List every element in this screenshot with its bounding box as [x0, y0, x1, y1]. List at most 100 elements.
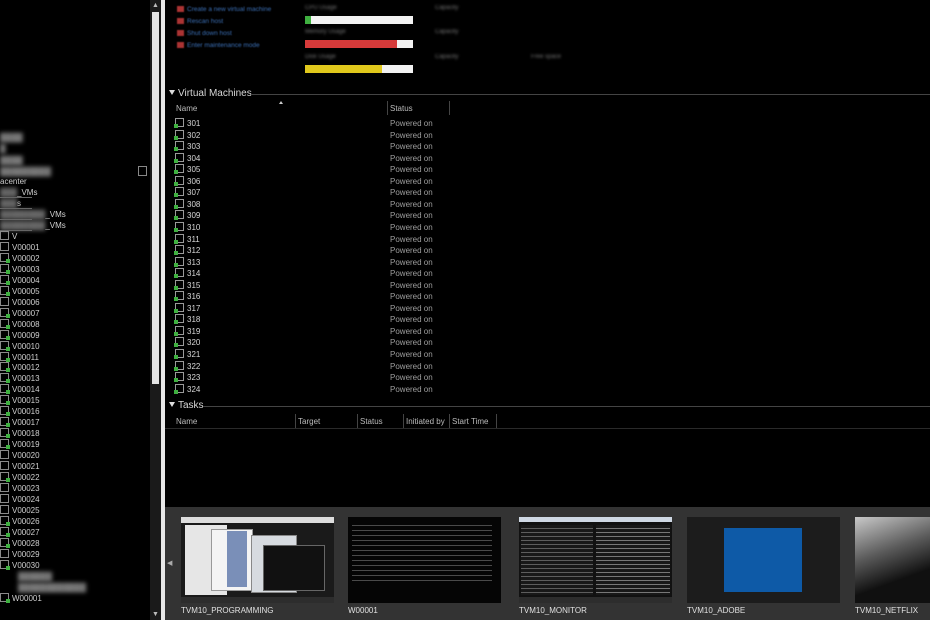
- scroll-down-icon[interactable]: ▼: [150, 609, 161, 620]
- column-header-name[interactable]: Name: [176, 103, 197, 114]
- vm-section-header[interactable]: Virtual Machines: [169, 88, 252, 100]
- host-action-link[interactable]: Shut down host: [177, 29, 232, 39]
- tree-vm-item[interactable]: V00008: [0, 318, 40, 330]
- task-col-target[interactable]: Target: [298, 416, 320, 427]
- vm-table-row[interactable]: 317 Powered on: [174, 302, 915, 315]
- column-header-status[interactable]: Status: [390, 103, 413, 114]
- vm-table-row[interactable]: 308 Powered on: [174, 198, 915, 211]
- column-separator[interactable]: [295, 414, 296, 428]
- task-col-status[interactable]: Status: [360, 416, 383, 427]
- tree-vm-item[interactable]: V00013: [0, 373, 40, 384]
- vm-table-row[interactable]: 301 Powered on: [174, 118, 915, 130]
- task-col-start-time[interactable]: Start Time: [452, 416, 488, 427]
- tree-vm-item[interactable]: V00017: [0, 417, 40, 428]
- scroll-up-icon[interactable]: ▲: [150, 0, 161, 11]
- tree-vm-item[interactable]: V00016: [0, 406, 40, 417]
- tree-blurred-item[interactable]: ████: [0, 132, 23, 143]
- vm-table-row[interactable]: 304 Powered on: [174, 152, 915, 165]
- tree-vm-item[interactable]: V00019: [0, 439, 40, 450]
- vm-table-row[interactable]: 307 Powered on: [174, 187, 915, 199]
- vm-table-row[interactable]: 322 Powered on: [174, 360, 915, 373]
- task-col-initiated[interactable]: Initiated by: [406, 416, 445, 427]
- host-action-link[interactable]: Create a new virtual machine: [177, 5, 271, 15]
- column-separator[interactable]: [449, 101, 450, 115]
- host-action-link[interactable]: Enter maintenance mode: [177, 41, 260, 51]
- vm-table-row[interactable]: 311 Powered on: [174, 233, 915, 246]
- collapse-triangle-icon[interactable]: [169, 402, 175, 407]
- vm-table-row[interactable]: 320 Powered on: [174, 337, 915, 349]
- vm-table-row[interactable]: 319 Powered on: [174, 325, 915, 338]
- thumbnail-monitor[interactable]: [519, 517, 672, 603]
- vm-icon: [0, 242, 9, 251]
- tree-vm-item[interactable]: V00020: [0, 450, 40, 461]
- collapse-triangle-icon[interactable]: [169, 90, 175, 95]
- tree-vm-item[interactable]: V00018: [0, 428, 40, 439]
- tree-vm-item[interactable]: V00023: [0, 482, 40, 494]
- vm-table-row[interactable]: 305 Powered on: [174, 164, 915, 176]
- tree-vm-item[interactable]: V00002: [0, 252, 40, 264]
- panel-toggle-icon[interactable]: [138, 166, 147, 176]
- tree-vm-item[interactable]: V00012: [0, 362, 40, 373]
- tree-vm-item[interactable]: V00010: [0, 340, 40, 352]
- vm-table-row[interactable]: 312 Powered on: [174, 245, 915, 257]
- column-separator[interactable]: [449, 414, 450, 428]
- tasks-section-header[interactable]: Tasks: [169, 400, 204, 412]
- tree-vm-item[interactable]: V00006: [0, 296, 40, 308]
- stat-label: Free space: [531, 54, 562, 60]
- tree-vm-item[interactable]: V00003: [0, 263, 40, 275]
- vm-table-row[interactable]: 302 Powered on: [174, 129, 915, 142]
- thumbnail-adobe[interactable]: [687, 517, 840, 603]
- tree-vm-item[interactable]: V00015: [0, 395, 40, 406]
- tree-blurred-item[interactable]: ██████: [18, 571, 52, 582]
- column-separator[interactable]: [496, 414, 497, 428]
- tree-vm-item[interactable]: V00022: [0, 471, 40, 483]
- tree-folder-v[interactable]: V: [0, 231, 17, 242]
- vm-table-row[interactable]: 313 Powered on: [174, 256, 915, 269]
- tree-vm-item[interactable]: V00028: [0, 537, 40, 549]
- vm-table-row[interactable]: 323 Powered on: [174, 372, 915, 384]
- tree-vm-item[interactable]: V00026: [0, 515, 40, 527]
- tree-datacenter[interactable]: acenter: [0, 176, 27, 187]
- column-separator[interactable]: [357, 414, 358, 428]
- thumbnail-w00001[interactable]: [348, 517, 501, 603]
- tree-vm-item[interactable]: V00004: [0, 274, 40, 286]
- vm-table-row[interactable]: 310 Powered on: [174, 221, 915, 234]
- tree-vm-item[interactable]: V00024: [0, 493, 40, 505]
- tree-vm-item[interactable]: V00001: [0, 242, 40, 253]
- tree-vm-item[interactable]: V00009: [0, 329, 40, 341]
- tree-vm-item[interactable]: V00021: [0, 461, 40, 472]
- host-action-link[interactable]: Rescan host: [177, 17, 223, 27]
- thumbnail-programming[interactable]: [181, 517, 334, 603]
- vm-table-row[interactable]: 315 Powered on: [174, 279, 915, 292]
- vm-table-row[interactable]: 321 Powered on: [174, 349, 915, 361]
- tree-vm-item[interactable]: V00029: [0, 548, 40, 560]
- tree-vm-item[interactable]: V00030: [0, 559, 40, 571]
- vm-name-cell: 307: [174, 187, 200, 199]
- vm-table-row[interactable]: 309 Powered on: [174, 210, 915, 222]
- tree-vm-w00001[interactable]: W00001: [0, 593, 42, 604]
- tree-vm-item[interactable]: V00011: [0, 351, 39, 363]
- vm-table-row[interactable]: 303 Powered on: [174, 141, 915, 153]
- scroll-left-icon[interactable]: ◀: [167, 559, 172, 567]
- vm-table-row[interactable]: 306 Powered on: [174, 175, 915, 188]
- tree-scrollbar[interactable]: ▲ ▼: [150, 0, 161, 620]
- tree-vm-item[interactable]: V00027: [0, 526, 40, 538]
- window-titlebar: [181, 517, 334, 523]
- vm-table-row[interactable]: 314 Powered on: [174, 268, 915, 280]
- scrollbar-thumb[interactable]: [152, 12, 159, 384]
- tree-vm-item[interactable]: V00014: [0, 384, 40, 395]
- tree-blurred-item[interactable]: █: [0, 143, 6, 154]
- tree-vm-item[interactable]: V00005: [0, 285, 40, 297]
- vm-table-row[interactable]: 324 Powered on: [174, 383, 915, 396]
- tree-vm-item[interactable]: V00025: [0, 504, 40, 516]
- tree-blurred-item[interactable]: ████████████: [18, 582, 86, 593]
- column-separator[interactable]: [387, 101, 388, 115]
- task-col-name[interactable]: Name: [176, 416, 197, 427]
- vm-table-row[interactable]: 316 Powered on: [174, 291, 915, 303]
- tree-blurred-item[interactable]: ████: [0, 155, 23, 166]
- inventory-tree[interactable]: ████ █ ████ █████████ acenter ███_VMs ███s …: [0, 0, 150, 620]
- tree-vm-item[interactable]: V00007: [0, 307, 40, 319]
- column-separator[interactable]: [403, 414, 404, 428]
- vm-table-row[interactable]: 318 Powered on: [174, 314, 915, 326]
- thumbnail-netflix[interactable]: [855, 517, 930, 603]
